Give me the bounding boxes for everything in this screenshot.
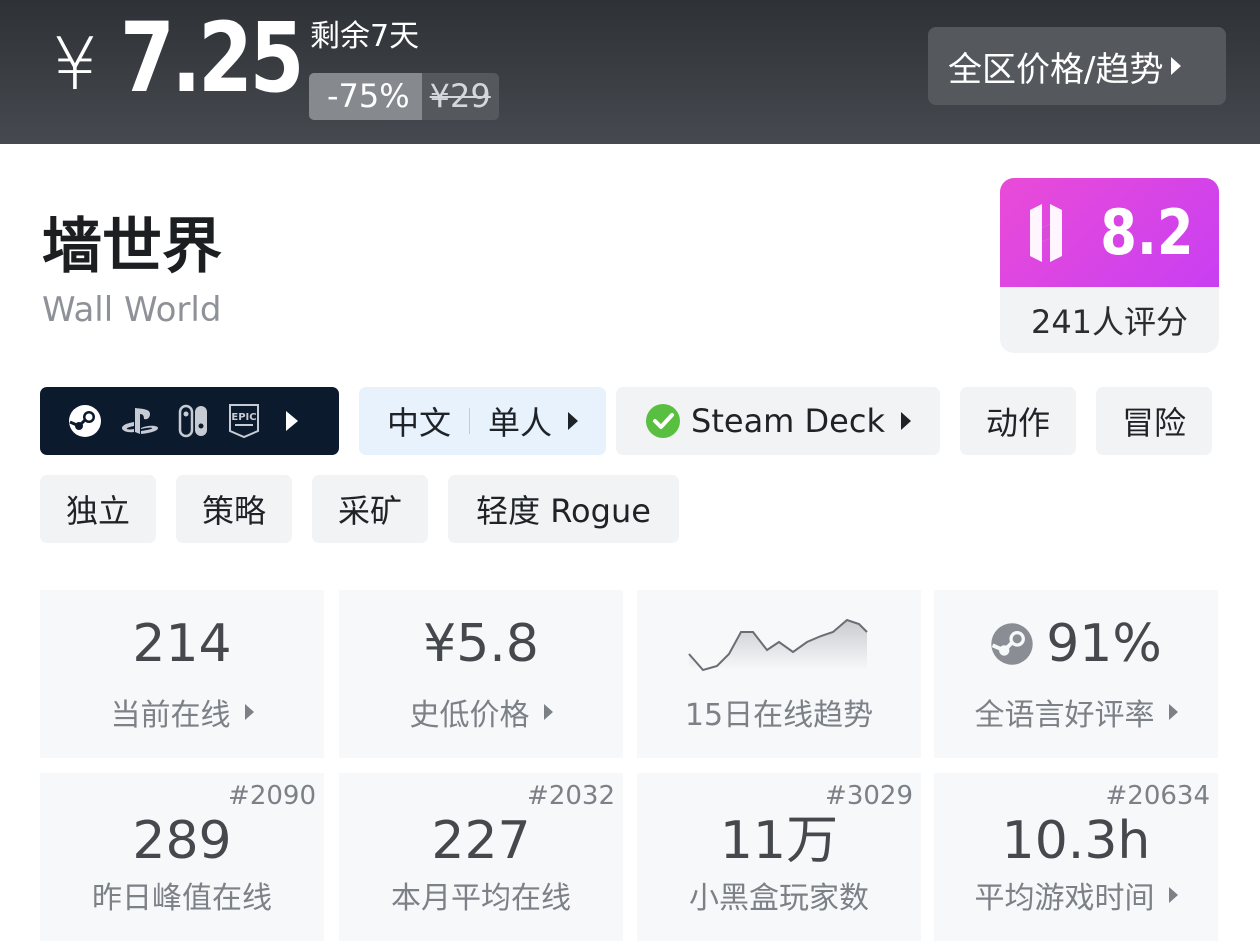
online-trend-sparkline bbox=[688, 618, 868, 672]
steam-deck-tag[interactable]: Steam Deck bbox=[616, 387, 940, 455]
rank-badge: #2090 bbox=[228, 781, 316, 811]
stat-value: ¥5.8 bbox=[423, 614, 539, 674]
stat-average-playtime[interactable]: #20634 10.3h 平均游戏时间 bbox=[934, 773, 1218, 941]
caret-right-icon bbox=[1171, 57, 1182, 75]
stat-value: 289 bbox=[132, 811, 232, 871]
caret-right-icon bbox=[1168, 704, 1178, 720]
playstation-icon bbox=[120, 406, 160, 436]
epic-games-icon: EPIC bbox=[228, 403, 260, 439]
steam-icon bbox=[991, 623, 1033, 665]
stat-label: 全语言好评率 bbox=[934, 690, 1218, 734]
genre-tag[interactable]: 动作 bbox=[960, 387, 1076, 455]
stat-label-text: 当前在线 bbox=[110, 698, 231, 733]
steam-icon bbox=[68, 404, 102, 438]
stat-label: 小黑盒玩家数 bbox=[637, 873, 921, 917]
tag-divider bbox=[469, 408, 470, 434]
steam-deck-label: Steam Deck bbox=[691, 402, 885, 440]
stat-lowest-price[interactable]: ¥5.8 史低价格 bbox=[339, 590, 623, 758]
stat-label: 15日在线趋势 bbox=[637, 690, 921, 734]
stat-current-online[interactable]: 214 当前在线 bbox=[40, 590, 324, 758]
currency-symbol: ¥ bbox=[52, 22, 98, 106]
stat-label: 本月平均在线 bbox=[339, 873, 623, 917]
stat-15day-trend[interactable]: 15日在线趋势 bbox=[637, 590, 921, 758]
stat-label-text: 全语言好评率 bbox=[974, 698, 1155, 733]
rank-badge: #3029 bbox=[825, 781, 913, 811]
genre-tag[interactable]: 独立 bbox=[40, 475, 156, 543]
region-price-trend-label: 全区价格/趋势 bbox=[948, 49, 1164, 90]
language-label: 中文 bbox=[386, 404, 451, 442]
rank-badge: #2032 bbox=[527, 781, 615, 811]
current-price: 7.25 bbox=[120, 2, 304, 114]
stat-yesterday-peak[interactable]: #2090 289 昨日峰值在线 bbox=[40, 773, 324, 941]
stat-label-text: 本月平均在线 bbox=[391, 881, 571, 916]
rating-count: 241人评分 bbox=[1030, 303, 1189, 341]
stat-heybox-players[interactable]: #3029 11万 小黑盒玩家数 bbox=[637, 773, 921, 941]
caret-right-icon bbox=[568, 412, 579, 430]
discount-percent: -75% bbox=[309, 73, 422, 120]
discount-badge: -75% ¥29 bbox=[309, 73, 499, 120]
stat-label: 昨日峰值在线 bbox=[40, 873, 324, 917]
stat-positive-rate[interactable]: 91% 全语言好评率 bbox=[934, 590, 1218, 758]
score-card[interactable]: 8.2 241人评分 bbox=[1000, 178, 1219, 353]
game-title-english: Wall World bbox=[42, 290, 222, 330]
stat-label-text: 史低价格 bbox=[409, 698, 530, 733]
stat-label-text: 昨日峰值在线 bbox=[92, 881, 272, 916]
caret-right-icon bbox=[286, 411, 298, 431]
genre-tag[interactable]: 轻度 Rogue bbox=[448, 475, 679, 543]
score-value: 8.2 bbox=[1099, 195, 1194, 269]
genre-tag[interactable]: 采矿 bbox=[312, 475, 428, 543]
stat-label: 平均游戏时间 bbox=[934, 873, 1218, 917]
genre-tag[interactable]: 冒险 bbox=[1096, 387, 1212, 455]
price-header: ¥ 7.25 剩余7天 -75% ¥29 全区价格/趋势 bbox=[0, 0, 1260, 144]
stat-value: 214 bbox=[132, 614, 232, 674]
score-header: 8.2 bbox=[1000, 178, 1219, 287]
stat-label: 史低价格 bbox=[339, 690, 623, 734]
stat-value: 227 bbox=[431, 811, 531, 871]
stat-value-row: 91% bbox=[934, 618, 1218, 670]
game-title: 墙世界 bbox=[42, 212, 222, 282]
stat-label-text: 平均游戏时间 bbox=[974, 881, 1155, 916]
platforms-tag[interactable]: EPIC bbox=[40, 387, 339, 455]
caret-right-icon bbox=[900, 412, 911, 430]
stat-month-average[interactable]: #2032 227 本月平均在线 bbox=[339, 773, 623, 941]
original-price: ¥29 bbox=[421, 73, 499, 120]
heybox-logo-icon bbox=[1029, 203, 1062, 262]
verified-check-icon bbox=[646, 404, 681, 438]
stat-value: 11万 bbox=[719, 811, 839, 871]
language-mode-tag[interactable]: 中文 单人 bbox=[359, 387, 606, 455]
switch-icon bbox=[178, 404, 210, 438]
player-mode-label: 单人 bbox=[488, 404, 553, 442]
stat-value: 91% bbox=[1046, 614, 1162, 674]
stat-value: 10.3h bbox=[1001, 811, 1151, 871]
sale-days-left: 剩余7天 bbox=[310, 19, 420, 54]
stat-label: 当前在线 bbox=[40, 690, 324, 734]
rank-badge: #20634 bbox=[1105, 781, 1211, 811]
stat-label-text: 小黑盒玩家数 bbox=[689, 881, 869, 916]
genre-tag[interactable]: 策略 bbox=[176, 475, 292, 543]
caret-right-icon bbox=[543, 704, 553, 720]
stat-label-text: 15日在线趋势 bbox=[684, 698, 874, 733]
caret-right-icon bbox=[244, 704, 254, 720]
svg-text:EPIC: EPIC bbox=[231, 412, 256, 423]
region-price-trend-button[interactable]: 全区价格/趋势 bbox=[928, 27, 1226, 105]
caret-right-icon bbox=[1168, 887, 1178, 903]
